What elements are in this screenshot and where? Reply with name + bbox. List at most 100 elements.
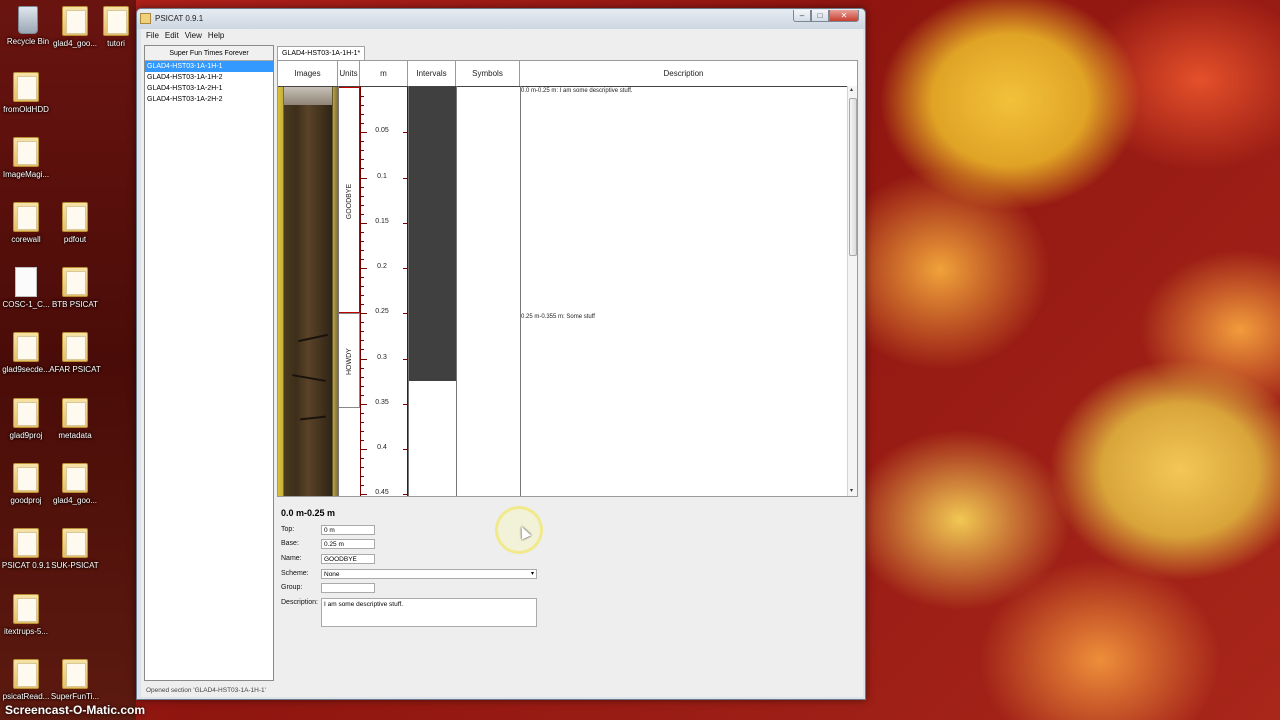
column-divider — [338, 86, 339, 496]
depth-tick-mark-right — [403, 494, 407, 496]
folder-icon — [62, 398, 88, 428]
diagram-scrollbar[interactable]: ▴ ▾ — [847, 86, 857, 496]
desktop-icon-folder[interactable]: fromOldHDD — [0, 72, 56, 114]
depth-minor-tick — [361, 114, 364, 116]
folder-icon — [62, 463, 88, 493]
folder-icon — [62, 202, 88, 232]
close-button[interactable]: ✕ — [829, 10, 859, 22]
document-icon — [15, 267, 37, 297]
folder-icon — [13, 202, 39, 232]
depth-tick-label: 0.15 — [375, 217, 389, 225]
depth-tick-label: 0.05 — [375, 127, 389, 135]
desktop-icon-folder[interactable]: SuperFunTi... — [45, 659, 105, 701]
scheme-select[interactable]: None ▾ — [321, 569, 537, 579]
folder-icon — [13, 398, 39, 428]
depth-tick-label: 0.3 — [377, 353, 387, 361]
column-divider — [456, 86, 457, 496]
column-header-images: Images — [278, 61, 338, 86]
description-textarea[interactable]: I am some descriptive stuff. — [321, 598, 537, 627]
menu-view[interactable]: View — [182, 29, 205, 43]
psicat-window: PSICAT 0.9.1 – □ ✕ File Edit View Help S… — [136, 8, 866, 700]
unit-goodbye[interactable]: GOODBYE — [339, 87, 360, 314]
folder-icon — [62, 332, 88, 362]
section-item[interactable]: GLAD4-HST03-1A-1H-2 — [145, 72, 273, 83]
desktop-icon-label: corewall — [11, 235, 41, 244]
name-field[interactable]: GOODBYE — [321, 554, 375, 564]
depth-minor-tick — [361, 168, 364, 170]
desktop-icon-folder[interactable]: glad9proj — [0, 398, 54, 440]
desktop-icon-folder[interactable]: itextrups-5... — [0, 594, 55, 636]
description-entry[interactable]: 0.0 m-0.25 m: I am some descriptive stuf… — [521, 88, 633, 94]
section-item[interactable]: GLAD4-HST03-1A-1H-1 — [145, 61, 273, 72]
chevron-down-icon: ▾ — [530, 571, 534, 577]
desktop-icon-label: Recycle Bin — [6, 37, 50, 46]
depth-minor-tick — [361, 322, 364, 324]
maximize-button[interactable]: □ — [811, 10, 829, 22]
desktop-icon-file[interactable]: COSC-1_C... — [0, 267, 54, 309]
desktop-icon-folder[interactable]: metadata — [47, 398, 103, 440]
window-title: PSICAT 0.9.1 — [155, 14, 204, 23]
top-field[interactable]: 0 m — [321, 525, 375, 535]
folder-icon — [13, 528, 39, 558]
desktop-icon-folder[interactable]: glad4_goo... — [47, 463, 103, 505]
desktop-icon-folder[interactable]: SUK-PSICAT — [47, 528, 103, 570]
desktop-icon-folder[interactable]: pdfout — [47, 202, 103, 244]
project-title[interactable]: Super Fun Times Forever — [145, 46, 273, 61]
scroll-up-icon[interactable]: ▴ — [850, 86, 853, 93]
depth-minor-tick — [361, 394, 364, 396]
folder-icon — [13, 463, 39, 493]
desktop-icon-folder[interactable]: tutori — [96, 6, 136, 48]
depth-minor-tick — [361, 349, 364, 351]
scroll-down-icon[interactable]: ▾ — [850, 487, 853, 494]
desktop-icon-label: ImageMagi... — [2, 170, 50, 179]
desktop-icon-label: glad9secde... — [2, 365, 50, 374]
column-header-symbols: Symbols — [456, 61, 520, 86]
depth-tick-mark-right — [403, 222, 407, 224]
group-label: Group: — [281, 584, 303, 591]
title-bar[interactable]: PSICAT 0.9.1 – □ ✕ — [137, 9, 865, 29]
section-item[interactable]: GLAD4-HST03-1A-2H-1 — [145, 83, 273, 94]
desktop-icon-folder[interactable]: ImageMagi... — [0, 137, 56, 179]
depth-minor-tick — [361, 186, 364, 188]
scheme-label: Scheme: — [281, 570, 309, 577]
unit-howdy[interactable]: HOWDY — [339, 313, 360, 409]
desktop-icon-folder[interactable]: PSICAT 0.9.1 — [0, 528, 54, 570]
depth-minor-tick — [361, 123, 364, 125]
menu-help[interactable]: Help — [205, 29, 227, 43]
folder-icon — [62, 267, 88, 297]
desktop-icon-label: metadata — [58, 431, 92, 440]
base-field[interactable]: 0.25 m — [321, 539, 375, 549]
section-item[interactable]: GLAD4-HST03-1A-2H-2 — [145, 94, 273, 105]
app-icon — [140, 13, 151, 24]
scrollbar-thumb[interactable] — [849, 98, 857, 256]
group-field[interactable] — [321, 583, 375, 593]
depth-minor-tick — [361, 304, 364, 306]
window-controls: – □ ✕ — [793, 10, 859, 22]
desktop-icon-folder[interactable]: goodproj — [0, 463, 54, 505]
depth-minor-tick — [361, 268, 364, 269]
tab-section-editor[interactable]: GLAD4-HST03-1A-1H-1* — [277, 46, 366, 60]
interval-block[interactable] — [408, 87, 456, 382]
desktop-icon-folder[interactable]: AFAR PSICAT — [45, 332, 105, 374]
desktop-icon-folder[interactable]: corewall — [0, 202, 54, 244]
menu-edit[interactable]: Edit — [162, 29, 182, 43]
column-header-units: Units — [338, 61, 360, 86]
depth-minor-tick — [361, 331, 364, 333]
description-entry[interactable]: 0.25 m-0.355 m: Some stuff — [521, 314, 595, 320]
folder-icon — [13, 137, 39, 167]
depth-minor-tick — [361, 159, 364, 161]
depth-minor-tick — [361, 385, 364, 387]
depth-minor-tick — [361, 485, 364, 487]
desktop-icon-folder[interactable]: glad4_goo... — [47, 6, 103, 48]
depth-minor-tick — [361, 367, 364, 369]
recycle-bin-icon — [18, 6, 38, 34]
desktop-icon-folder[interactable]: BTB PSICAT — [47, 267, 103, 309]
depth-minor-tick — [361, 403, 364, 405]
menu-file[interactable]: File — [143, 29, 162, 43]
core-image[interactable] — [278, 87, 338, 496]
desktop-icon-label: itextrups-5... — [3, 627, 48, 636]
minimize-button[interactable]: – — [793, 10, 811, 22]
folder-icon — [13, 659, 39, 689]
depth-minor-tick — [361, 141, 364, 143]
desktop-icon-label: goodproj — [10, 496, 42, 505]
